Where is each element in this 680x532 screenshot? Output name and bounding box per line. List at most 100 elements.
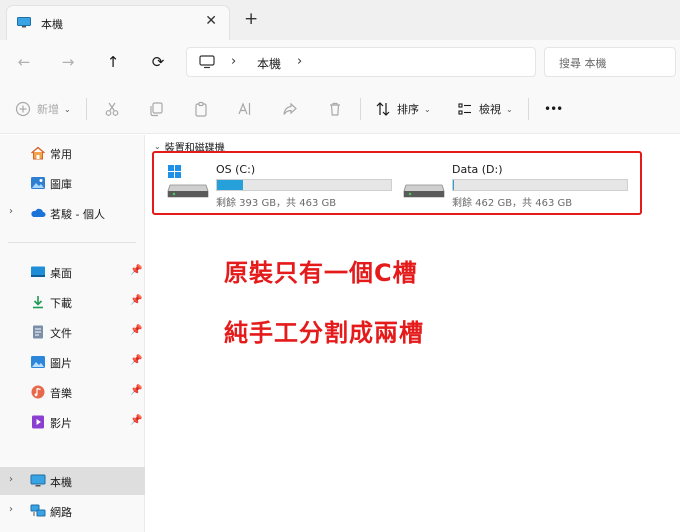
drive-usage-fill (453, 180, 454, 190)
refresh-button[interactable]: ⟳ (148, 52, 168, 72)
rename-button[interactable] (236, 99, 254, 119)
sidebar-item-label: 網路 (50, 506, 72, 519)
annotation-text: 原裝只有一個C槽 (224, 259, 418, 287)
content-pane: ⌄ 裝置和磁碟機 OS (C:) 剩餘 393 GB，共 463 GB Data… (146, 135, 680, 532)
new-tab-button[interactable]: + (244, 10, 258, 28)
expand-caret-icon[interactable]: › (9, 504, 13, 515)
address-bar[interactable]: › 本機 › (186, 47, 536, 77)
view-button[interactable]: 檢視 ⌄ (456, 99, 513, 119)
pin-icon[interactable]: 📌 (130, 265, 142, 276)
download-icon (33, 296, 43, 309)
sidebar-item-documents[interactable]: 文件 📌 (0, 318, 145, 346)
toolbar-divider (360, 98, 361, 120)
sort-button[interactable]: 排序 ⌄ (374, 99, 431, 119)
close-tab-icon[interactable]: ✕ (205, 13, 217, 29)
sidebar-item-pictures[interactable]: 圖片 📌 (0, 348, 145, 376)
sidebar-item-label: 文件 (50, 327, 72, 340)
expand-caret-icon[interactable]: › (9, 206, 13, 217)
command-bar: 新增 ⌄ 排序 ⌄ 檢視 ⌄ ••• (0, 84, 680, 134)
more-options-button[interactable]: ••• (544, 99, 563, 119)
copy-icon (147, 100, 165, 118)
drive-usage-bar (452, 179, 628, 191)
pictures-icon (31, 356, 45, 368)
sidebar-item-label: 常用 (50, 148, 72, 161)
sidebar-item-label: 本機 (50, 476, 72, 489)
music-icon (31, 385, 45, 399)
drive-d[interactable]: Data (D:) 剩餘 462 GB，共 463 GB (396, 161, 636, 209)
gallery-icon (31, 177, 45, 189)
toolbar-divider (528, 98, 529, 120)
sidebar-item-this-pc[interactable]: › 本機 (0, 467, 145, 495)
drive-usage-bar (216, 179, 392, 191)
drive-name: Data (D:) (452, 163, 503, 176)
sidebar-item-videos[interactable]: 影片 📌 (0, 408, 145, 436)
breadcrumb-separator[interactable]: › (297, 54, 302, 69)
breadcrumb-separator[interactable]: › (231, 54, 236, 69)
drive-c[interactable]: OS (C:) 剩餘 393 GB，共 463 GB (160, 161, 400, 209)
sidebar-item-label: 影片 (50, 417, 72, 430)
chevron-down-icon: ⌄ (64, 104, 71, 114)
sidebar-item-label: 下載 (50, 297, 72, 310)
up-button[interactable]: ↑ (103, 52, 123, 72)
share-icon (281, 100, 299, 118)
sort-icon (374, 100, 392, 118)
hard-drive-icon (403, 184, 445, 198)
sidebar-item-downloads[interactable]: 下載 📌 (0, 288, 145, 316)
drive-name: OS (C:) (216, 163, 256, 176)
chevron-down-icon: ⌄ (424, 104, 431, 114)
documents-icon (33, 325, 43, 339)
windows-drive-icon (167, 165, 209, 198)
new-button-label: 新增 (37, 103, 59, 116)
sidebar-item-home[interactable]: 常用 (0, 139, 145, 167)
annotation-text: 純手工分割成兩槽 (224, 319, 424, 347)
monitor-icon (199, 55, 215, 69)
forward-button[interactable]: → (58, 52, 78, 72)
tab-this-pc[interactable]: 本機 ✕ (6, 5, 230, 40)
sidebar-item-onedrive[interactable]: › 茗駿 - 個人 (0, 199, 145, 227)
new-button[interactable]: 新增 ⌄ (14, 99, 71, 119)
trash-icon (326, 100, 344, 118)
sort-button-label: 排序 (397, 103, 419, 116)
highlight-box: OS (C:) 剩餘 393 GB，共 463 GB Data (D:) 剩餘 … (152, 151, 642, 215)
network-icon (30, 504, 46, 517)
desktop-folder-icon (31, 266, 45, 277)
this-pc-icon (17, 17, 31, 28)
sidebar-item-music[interactable]: 音樂 📌 (0, 378, 145, 406)
home-icon (31, 146, 45, 160)
pin-icon[interactable]: 📌 (130, 415, 142, 426)
pin-icon[interactable]: 📌 (130, 325, 142, 336)
this-pc-icon (30, 474, 46, 487)
delete-button[interactable] (326, 99, 344, 119)
sidebar-item-label: 圖庫 (50, 178, 72, 191)
sidebar-item-desktop[interactable]: 桌面 📌 (0, 258, 145, 286)
view-list-icon (456, 100, 474, 118)
onedrive-cloud-icon (31, 208, 46, 217)
navigation-bar: ← → ↑ ⟳ › 本機 › 搜尋 本機 (0, 40, 680, 84)
pin-icon[interactable]: 📌 (130, 355, 142, 366)
share-button[interactable] (281, 99, 299, 119)
copy-button[interactable] (147, 99, 165, 119)
sidebar-divider (8, 242, 136, 243)
title-bar: 本機 ✕ + (0, 0, 680, 40)
view-button-label: 檢視 (479, 103, 501, 116)
toolbar-divider (86, 98, 87, 120)
search-input[interactable]: 搜尋 本機 (544, 47, 676, 77)
pin-icon[interactable]: 📌 (130, 295, 142, 306)
navigation-pane: 常用 圖庫 › 茗駿 - 個人 桌面 📌 下載 📌 文件 📌 圖片 📌 音樂 📌… (0, 135, 145, 532)
expand-caret-icon[interactable]: › (9, 474, 13, 485)
paste-button[interactable] (192, 99, 210, 119)
drive-free-space: 剩餘 393 GB，共 463 GB (216, 198, 337, 209)
back-button[interactable]: ← (14, 52, 34, 72)
clipboard-icon (192, 100, 210, 118)
tab-label: 本機 (41, 18, 63, 31)
sidebar-item-network[interactable]: › 網路 (0, 497, 145, 525)
videos-icon (32, 415, 44, 429)
sidebar-item-gallery[interactable]: 圖庫 (0, 169, 145, 197)
pin-icon[interactable]: 📌 (130, 385, 142, 396)
sidebar-item-label: 圖片 (50, 357, 72, 370)
rename-icon (236, 100, 254, 118)
sidebar-item-label: 茗駿 - 個人 (50, 208, 105, 221)
breadcrumb-this-pc[interactable]: 本機 (257, 55, 281, 72)
cut-button[interactable] (103, 99, 121, 119)
chevron-down-icon: ⌄ (154, 142, 161, 151)
